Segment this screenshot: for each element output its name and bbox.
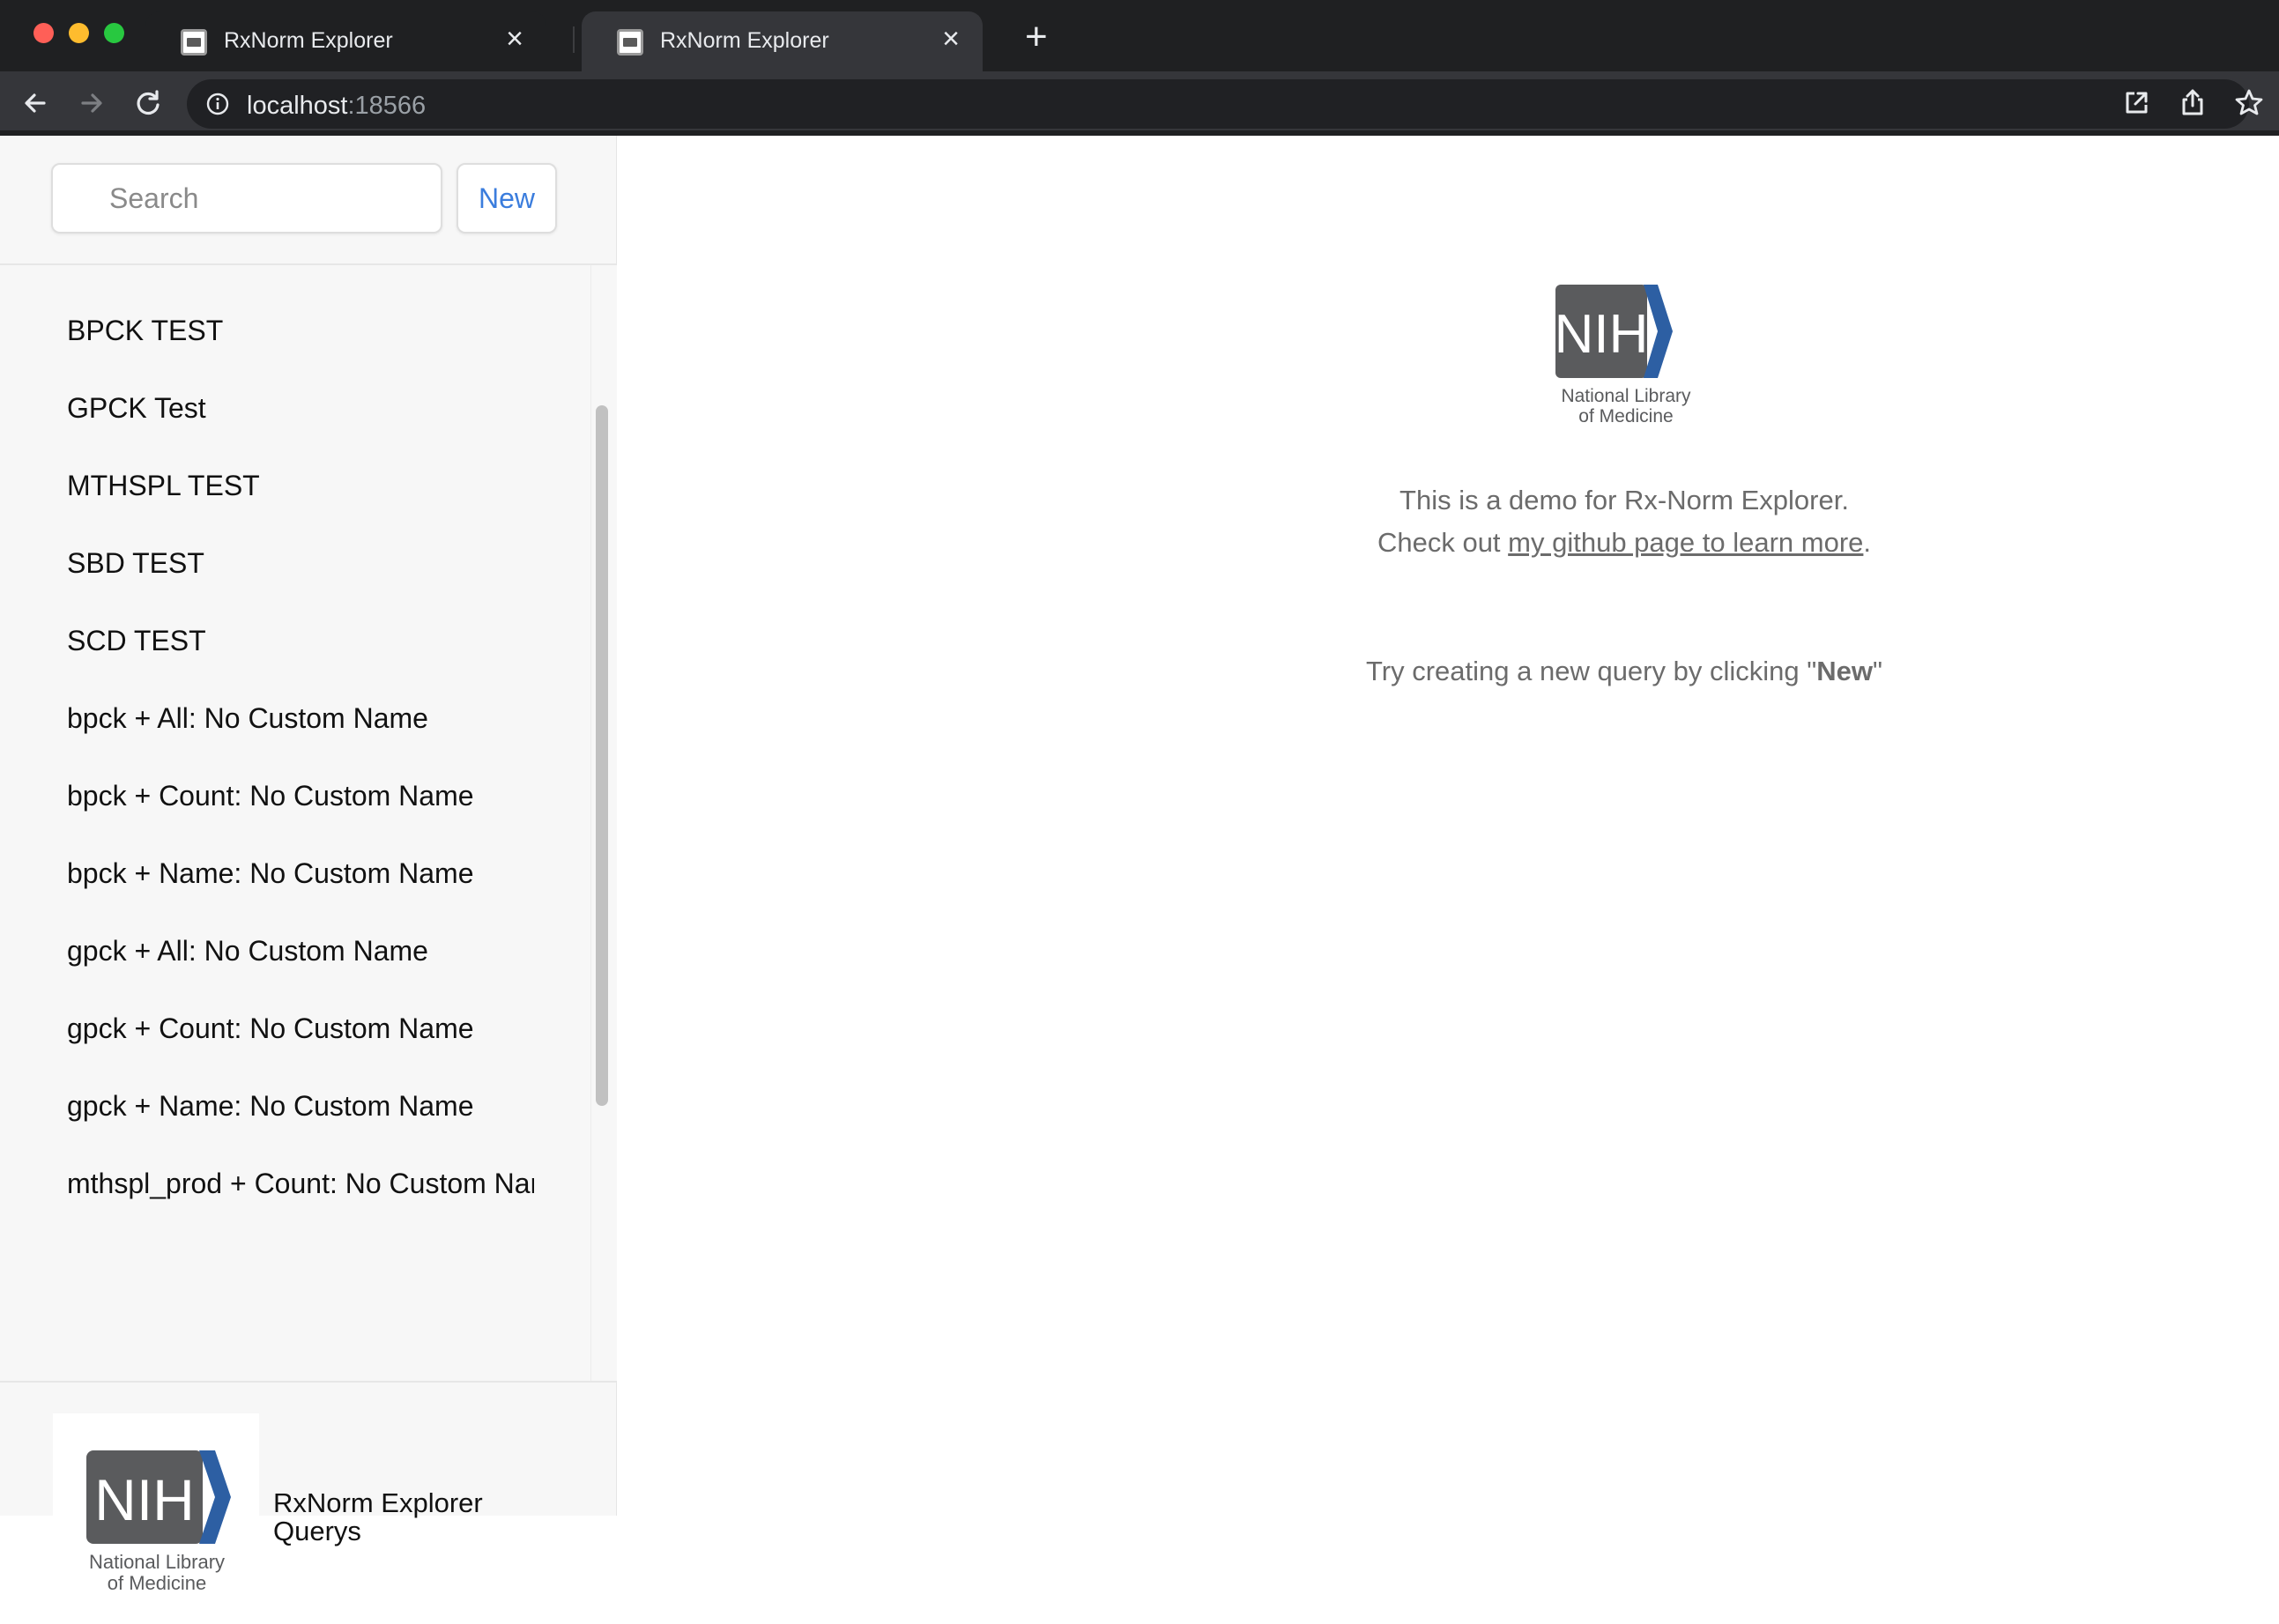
minimize-window-button[interactable] <box>69 23 89 43</box>
query-list-item[interactable]: bpck + All: No Custom Name <box>67 692 534 745</box>
tab-close-icon[interactable]: × <box>942 24 960 54</box>
query-list-item[interactable]: gpck + All: No Custom Name <box>67 924 534 977</box>
intro-prefix: Check out <box>1377 527 1509 558</box>
intro-line1: This is a demo for Rx-Norm Explorer. <box>1399 485 1849 515</box>
intro-text: This is a demo for Rx-Norm Explorer. Che… <box>1146 479 2103 564</box>
logo-line2-text: of Medicine <box>1578 406 1673 426</box>
new-tab-button[interactable]: + <box>1025 18 1048 56</box>
logo-line2-text: of Medicine <box>108 1572 207 1594</box>
tab-divider <box>573 26 575 53</box>
logo-line1-text: National Library <box>89 1551 225 1573</box>
query-list-item[interactable]: SBD TEST <box>67 537 534 590</box>
new-query-button[interactable]: New <box>457 163 557 234</box>
search-input[interactable] <box>53 165 441 232</box>
close-window-button[interactable] <box>33 23 54 43</box>
reload-icon[interactable] <box>130 85 166 121</box>
hint-prefix: Try creating a new query by clicking " <box>1366 656 1817 686</box>
maximize-window-button[interactable] <box>104 23 124 43</box>
logo-line1-text: National Library <box>1561 386 1691 406</box>
query-list-item[interactable]: gpck + Name: No Custom Name <box>67 1079 534 1132</box>
query-list-item[interactable]: MTHSPL TEST <box>67 459 534 512</box>
logo-mark-text: NIH <box>1555 304 1649 365</box>
hint-text: Try creating a new query by clicking "Ne… <box>1146 650 2103 693</box>
query-list: BPCK TEST GPCK Test MTHSPL TEST SBD TEST… <box>0 265 590 1381</box>
browser-tab-2[interactable]: RxNorm Explorer × <box>582 11 983 71</box>
browser-tab-bar: RxNorm Explorer × RxNorm Explorer × + <box>0 0 2279 71</box>
share-icon[interactable] <box>2175 85 2210 121</box>
query-list-item[interactable]: BPCK TEST <box>67 304 534 357</box>
query-list-item[interactable]: GPCK Test <box>67 382 534 434</box>
favicon-icon <box>617 29 643 56</box>
query-list-item[interactable]: gpck + Count: No Custom Name <box>67 1002 534 1055</box>
logo-mark-text: NIH <box>94 1467 195 1532</box>
sidebar-footer-title: RxNorm Explorer Querys <box>273 1487 483 1546</box>
hint-suffix: " <box>1872 656 1882 686</box>
address-bar[interactable]: localhost:18566 <box>187 79 2249 129</box>
github-link[interactable]: my github page to learn more <box>1508 527 1863 558</box>
url-text: localhost:18566 <box>247 92 426 121</box>
favicon-icon <box>181 29 207 56</box>
query-list-item[interactable]: bpck + Name: No Custom Name <box>67 847 534 900</box>
bookmark-star-icon[interactable] <box>2231 85 2267 121</box>
nlm-logo: NIH National Library of Medicine <box>53 1413 259 1620</box>
browser-tab-1[interactable]: RxNorm Explorer × <box>145 11 546 71</box>
tab-title: RxNorm Explorer <box>660 28 829 53</box>
intro-line2: Check out my github page to learn more. <box>1146 522 2103 564</box>
query-list-item[interactable]: SCD TEST <box>67 614 534 667</box>
site-info-icon[interactable] <box>206 93 229 115</box>
sidebar: New BPCK TEST GPCK Test MTHSPL TEST SBD … <box>0 136 617 1620</box>
browser-toolbar: localhost:18566 <box>0 71 2279 136</box>
url-port: :18566 <box>347 92 427 120</box>
query-list-item[interactable]: bpck + Count: No Custom Name <box>67 769 534 822</box>
hint-bold: New <box>1816 656 1873 686</box>
tab-close-icon[interactable]: × <box>506 24 523 54</box>
back-arrow-icon[interactable] <box>18 85 53 121</box>
divider <box>0 1381 616 1383</box>
open-external-icon[interactable] <box>2119 85 2154 121</box>
nih-logo-icon: NIH National Library of Medicine <box>1555 285 1691 426</box>
search-box[interactable] <box>51 163 442 234</box>
scrollbar-thumb[interactable] <box>596 405 608 1106</box>
tab-title: RxNorm Explorer <box>224 28 393 53</box>
forward-arrow-icon[interactable] <box>74 85 109 121</box>
url-host: localhost <box>247 92 348 120</box>
query-list-item[interactable]: mthspl_prod + Count: No Custom Name <box>67 1157 534 1210</box>
intro-suffix: . <box>1863 527 1872 558</box>
main-content <box>617 136 2279 1516</box>
nih-logo-icon: NIH National Library of Medicine <box>86 1450 231 1594</box>
